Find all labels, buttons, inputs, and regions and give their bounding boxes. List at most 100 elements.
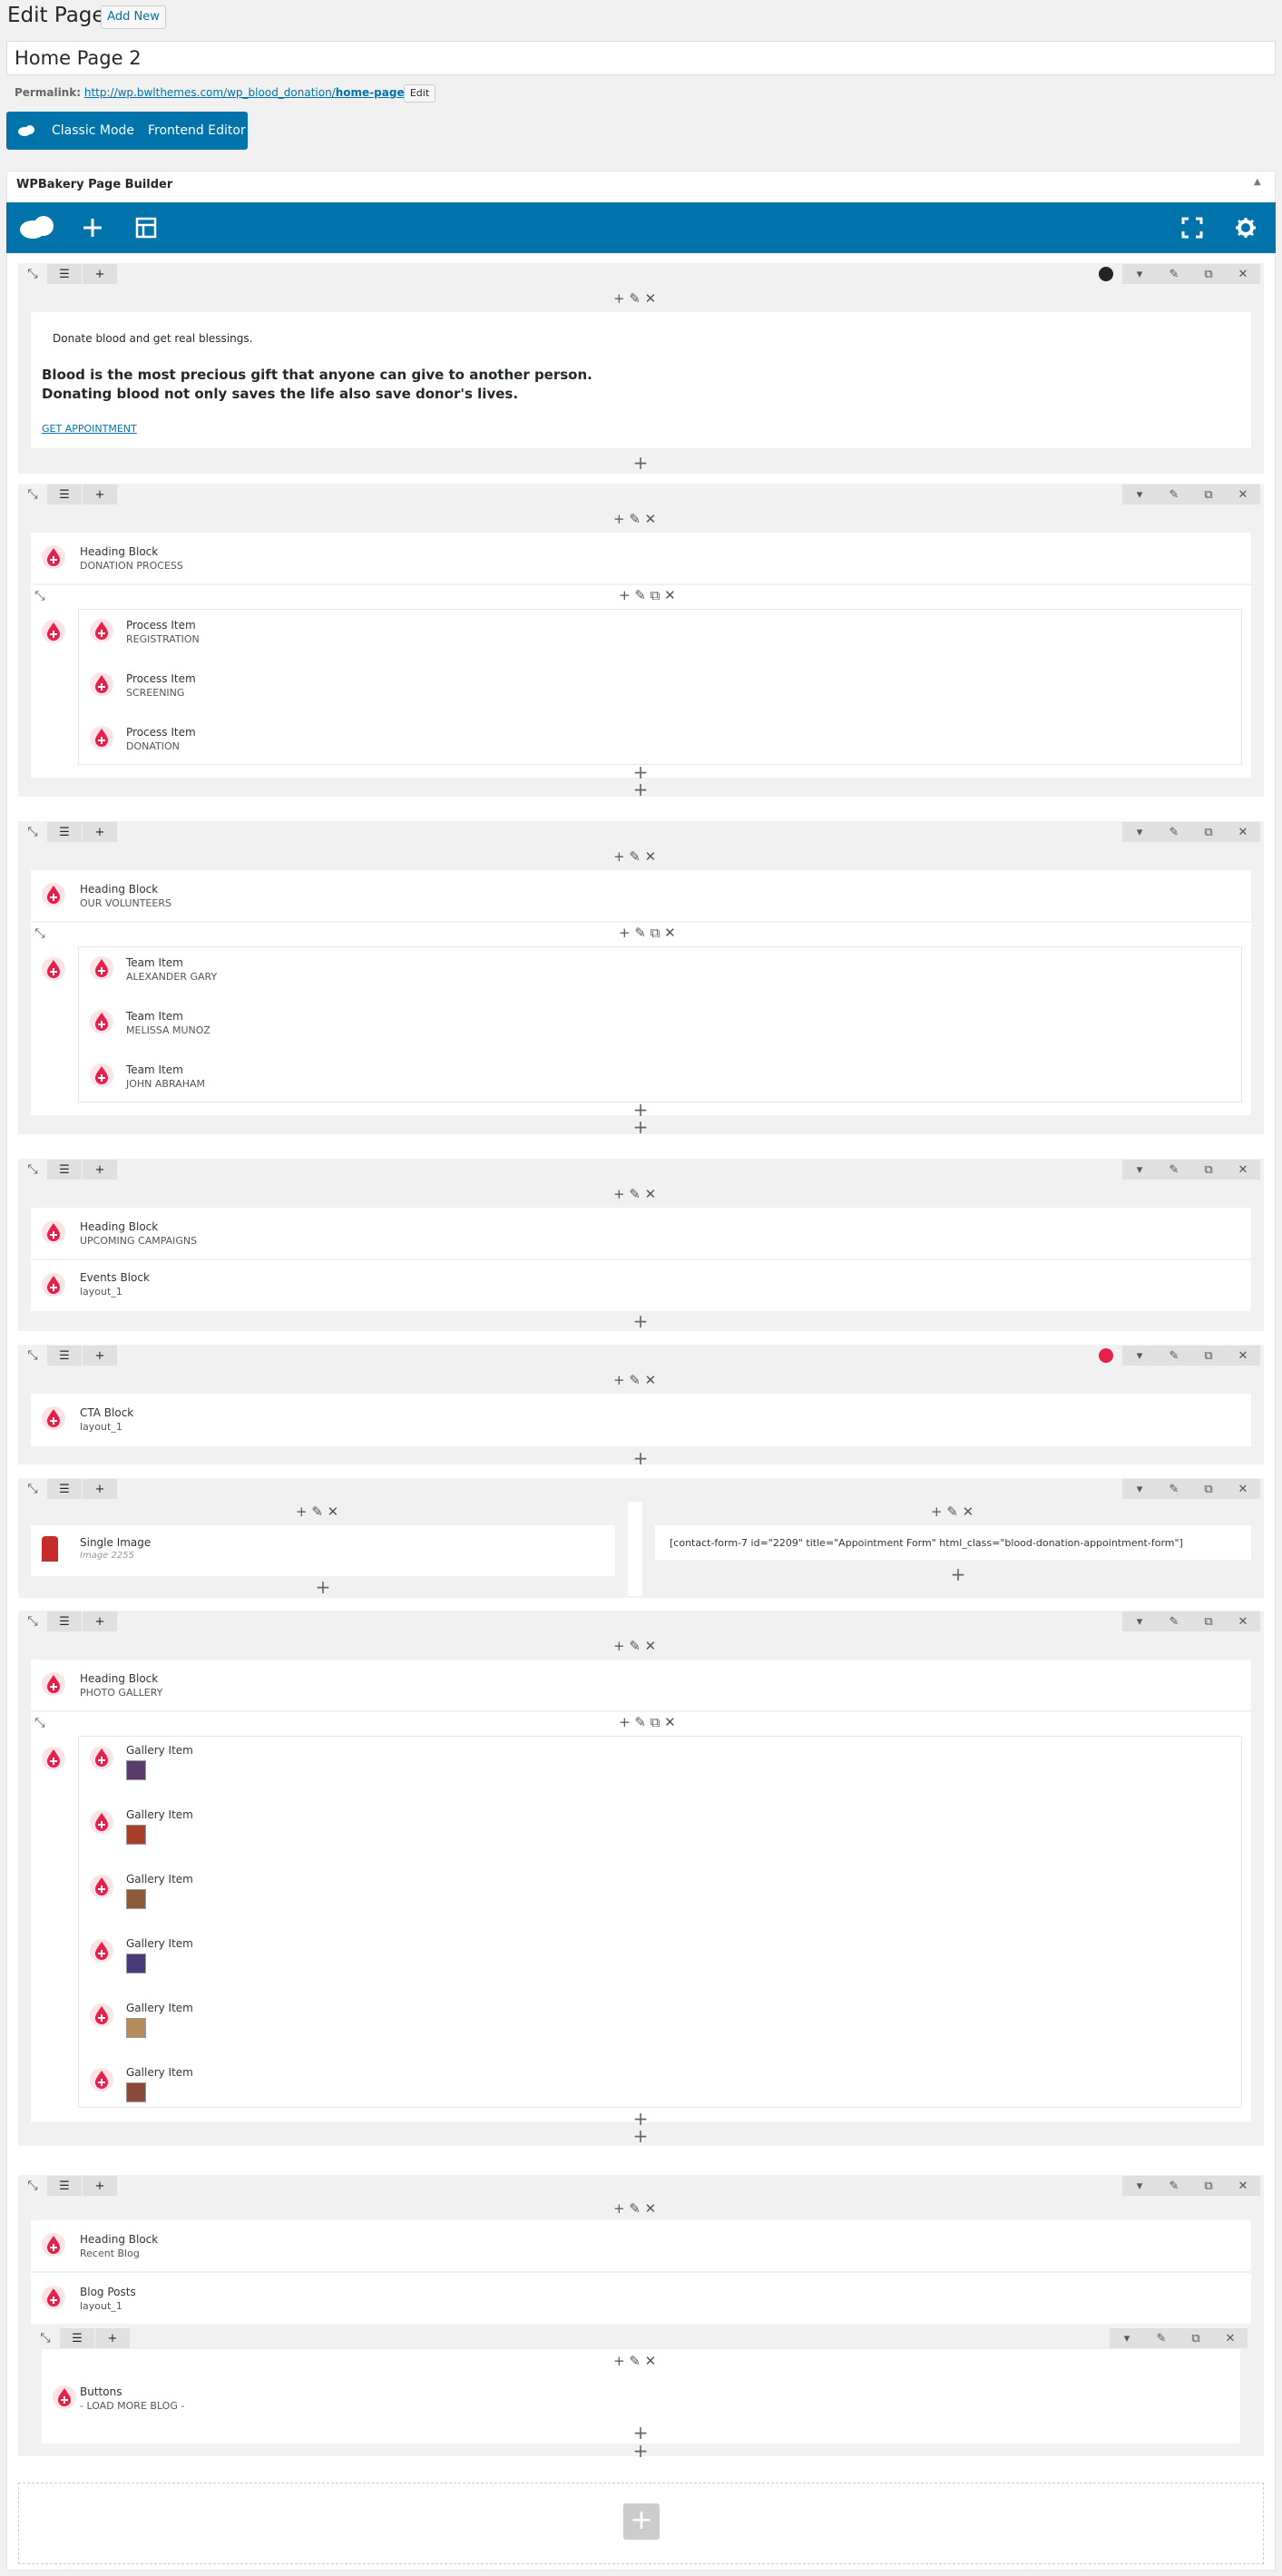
add-column-icon[interactable]: + xyxy=(83,1479,117,1499)
heading-block[interactable]: Heading Block DONATION PROCESS xyxy=(31,533,1251,585)
add-element-icon[interactable]: + xyxy=(631,1116,650,1138)
clone-row-icon[interactable]: ⧉ xyxy=(1191,1479,1226,1499)
column-controls[interactable]: + ✎ ✕ xyxy=(296,1503,338,1520)
move-icon[interactable]: ⤡ xyxy=(36,2329,54,2347)
add-element-icon[interactable]: + xyxy=(949,1563,967,1585)
row-layout-dropdown[interactable]: ▾ xyxy=(1110,2328,1144,2348)
delete-row-icon[interactable]: ✕ xyxy=(1226,1479,1260,1499)
row-layout-dropdown[interactable]: ▾ xyxy=(1122,822,1157,842)
column-controls[interactable]: + ✎ ✕ xyxy=(931,1503,974,1520)
move-icon[interactable]: ⤡ xyxy=(24,1480,42,1498)
gallery-item[interactable]: Gallery Item xyxy=(126,1744,193,1757)
move-icon[interactable]: ⤡ xyxy=(31,1714,49,1732)
move-icon[interactable]: ⤡ xyxy=(24,1161,42,1179)
clone-row-icon[interactable]: ⧉ xyxy=(1179,2328,1213,2348)
heading-block[interactable]: Heading Block Recent Blog xyxy=(31,2220,1251,2273)
drag-row-icon[interactable]: ☰ xyxy=(47,822,82,842)
add-element-icon[interactable]: + xyxy=(631,779,650,800)
inner-row-controls[interactable]: + ✎ ⧉ ✕ xyxy=(619,925,676,941)
inner-row-controls[interactable]: + ✎ ⧉ ✕ xyxy=(619,587,676,603)
add-row-button[interactable]: + xyxy=(623,2503,660,2540)
move-icon[interactable]: ⤡ xyxy=(31,587,49,605)
team-item[interactable]: Team Item xyxy=(126,1010,183,1023)
clone-row-icon[interactable]: ⧉ xyxy=(1191,1160,1226,1180)
drag-row-icon[interactable]: ☰ xyxy=(47,1611,82,1631)
column-controls[interactable]: + ✎ ✕ xyxy=(613,2200,656,2217)
edit-row-icon[interactable]: ✎ xyxy=(1144,2328,1179,2348)
move-icon[interactable]: ⤡ xyxy=(24,485,42,504)
team-item[interactable]: Team Item xyxy=(126,956,183,969)
fullscreen-icon[interactable] xyxy=(1181,217,1203,239)
drag-row-icon[interactable]: ☰ xyxy=(47,1160,82,1180)
clone-row-icon[interactable]: ⧉ xyxy=(1191,264,1226,284)
row-layout-dropdown[interactable]: ▾ xyxy=(1122,1611,1157,1631)
clone-row-icon[interactable]: ⧉ xyxy=(1191,822,1226,842)
move-icon[interactable]: ⤡ xyxy=(24,265,42,283)
blog-posts-block[interactable]: Blog Posts layout_1 xyxy=(31,2273,1251,2326)
row-layout-dropdown[interactable]: ▾ xyxy=(1122,1346,1157,1366)
add-new-button[interactable]: Add New xyxy=(101,5,166,29)
move-icon[interactable]: ⤡ xyxy=(24,2177,42,2195)
gallery-item[interactable]: Gallery Item xyxy=(126,2066,193,2079)
heading-block[interactable]: Heading Block OUR VOLUNTEERS xyxy=(31,870,1251,923)
heading-block[interactable]: Heading Block PHOTO GALLERY xyxy=(31,1660,1251,1712)
add-column-icon[interactable]: + xyxy=(83,485,117,504)
gallery-item[interactable]: Gallery Item xyxy=(126,1937,193,1950)
edit-row-icon[interactable]: ✎ xyxy=(1157,1160,1191,1180)
edit-row-icon[interactable]: ✎ xyxy=(1157,1479,1191,1499)
edit-row-icon[interactable]: ✎ xyxy=(1157,822,1191,842)
add-column-icon[interactable]: + xyxy=(83,2176,117,2196)
column-controls[interactable]: + ✎ ✕ xyxy=(613,1638,656,1654)
column-controls[interactable]: + ✎ ✕ xyxy=(613,848,656,865)
row-layout-dropdown[interactable]: ▾ xyxy=(1122,264,1157,284)
add-element-icon[interactable]: + xyxy=(631,452,650,474)
column-controls[interactable]: + ✎ ✕ xyxy=(613,511,656,527)
classic-mode-button[interactable]: Classic Mode xyxy=(52,123,134,138)
add-column-icon[interactable]: + xyxy=(83,1611,117,1631)
add-element-icon[interactable]: + xyxy=(631,1310,650,1332)
add-element-icon[interactable]: + xyxy=(631,1447,650,1469)
gallery-item[interactable]: Gallery Item xyxy=(126,1808,193,1821)
drag-row-icon[interactable]: ☰ xyxy=(47,485,82,504)
events-block[interactable]: Events Block layout_1 xyxy=(31,1260,1251,1313)
move-icon[interactable]: ⤡ xyxy=(24,1612,42,1631)
drag-row-icon[interactable]: ☰ xyxy=(60,2328,94,2348)
row-layout-dropdown[interactable]: ▾ xyxy=(1122,1479,1157,1499)
edit-row-icon[interactable]: ✎ xyxy=(1157,264,1191,284)
delete-row-icon[interactable]: ✕ xyxy=(1226,1346,1260,1366)
get-appointment-link[interactable]: GET APPOINTMENT xyxy=(42,423,137,435)
move-icon[interactable]: ⤡ xyxy=(24,823,42,841)
clone-row-icon[interactable]: ⧉ xyxy=(1191,485,1226,504)
delete-row-icon[interactable]: ✕ xyxy=(1226,1160,1260,1180)
delete-row-icon[interactable]: ✕ xyxy=(1226,822,1260,842)
delete-row-icon[interactable]: ✕ xyxy=(1226,485,1260,504)
edit-row-icon[interactable]: ✎ xyxy=(1157,1611,1191,1631)
add-element-icon[interactable]: + xyxy=(631,2125,650,2147)
add-column-icon[interactable]: + xyxy=(83,1346,117,1366)
process-item[interactable]: Process Item xyxy=(126,619,196,632)
inner-row-controls[interactable]: + ✎ ⧉ ✕ xyxy=(619,1714,676,1730)
add-element-icon[interactable]: + xyxy=(631,2440,650,2462)
row-layout-dropdown[interactable]: ▾ xyxy=(1122,2176,1157,2196)
shortcode-block[interactable]: [contact-form-7 id="2209" title="Appoint… xyxy=(655,1525,1251,1560)
gallery-item[interactable]: Gallery Item xyxy=(126,2002,193,2014)
column-controls[interactable]: + ✎ ✕ xyxy=(613,1186,656,1202)
move-icon[interactable]: ⤡ xyxy=(31,925,49,943)
title-input[interactable]: Home Page 2 xyxy=(6,41,1276,75)
column-controls[interactable]: + ✎ ✕ xyxy=(613,1372,656,1388)
row-layout-dropdown[interactable]: ▾ xyxy=(1122,1160,1157,1180)
wpbakery-logo-icon[interactable] xyxy=(19,215,55,240)
edit-row-icon[interactable]: ✎ xyxy=(1157,1346,1191,1366)
delete-row-icon[interactable]: ✕ xyxy=(1213,2328,1248,2348)
edit-row-icon[interactable]: ✎ xyxy=(1157,2176,1191,2196)
single-image-block[interactable]: Single Image Image 2255 xyxy=(31,1525,615,1576)
process-item[interactable]: Process Item xyxy=(126,726,196,739)
heading-block[interactable]: Heading Block UPCOMING CAMPAIGNS xyxy=(31,1208,1251,1260)
gallery-item[interactable]: Gallery Item xyxy=(126,1873,193,1885)
add-column-icon[interactable]: + xyxy=(83,822,117,842)
drag-row-icon[interactable]: ☰ xyxy=(47,2176,82,2196)
cta-block[interactable]: CTA Block layout_1 xyxy=(31,1394,1251,1446)
clone-row-icon[interactable]: ⧉ xyxy=(1191,1346,1226,1366)
add-column-icon[interactable]: + xyxy=(83,1160,117,1180)
delete-row-icon[interactable]: ✕ xyxy=(1226,2176,1260,2196)
